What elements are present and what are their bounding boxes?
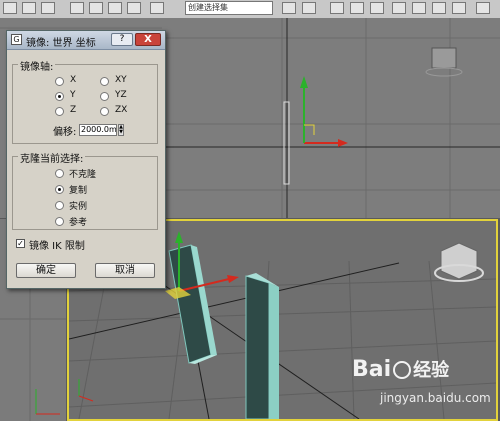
viewcube-front [431,47,457,69]
render-setup-icon[interactable] [412,2,426,14]
viewcube-perspective [440,242,478,280]
axis-zx-label: ZX [115,105,128,115]
dialog-titlebar[interactable]: G 镜像: 世界 坐标 ? X [7,31,165,50]
axis-z-radio[interactable] [55,107,64,116]
mirror-dialog: G 镜像: 世界 坐标 ? X 镜像轴: X Y Z XY YZ ZX 偏移: … [6,30,166,289]
mirror-axis-label: 镜像轴: [18,58,56,73]
offset-label: 偏移: [53,127,77,138]
clone-none-label: 不克隆 [69,170,97,180]
axis-x-radio[interactable] [55,77,64,86]
render-production-icon[interactable] [476,2,490,14]
ok-button[interactable]: 确定 [16,263,76,278]
select-icon[interactable] [3,2,17,14]
cancel-button[interactable]: 取消 [95,263,155,278]
axis-zx-radio[interactable] [100,107,109,116]
offset-input[interactable]: 2000.0mm [79,124,117,136]
rotate-icon[interactable] [41,2,55,14]
layer-manager-icon[interactable] [330,2,344,14]
render-icon[interactable] [452,2,466,14]
edit-named-selection-icon[interactable] [150,2,164,14]
offset-spinner[interactable]: ▲ ▼ [118,124,124,136]
close-button[interactable]: X [135,33,161,46]
mirror-ik-checkbox[interactable]: ✓ [16,239,25,248]
mirror-icon[interactable] [282,2,296,14]
clone-copy-radio[interactable] [55,185,64,194]
angle-snap-icon[interactable] [89,2,103,14]
app-icon: G [11,34,22,45]
baidu-watermark-url: jingyan.baidu.com [380,391,491,405]
axis-z-label: Z [70,105,77,115]
dialog-title: 镜像: 世界 坐标 [26,38,96,49]
percent-snap-icon[interactable] [108,2,122,14]
named-selection-input[interactable]: 创建选择集 [185,1,273,15]
spinner-snap-icon[interactable] [127,2,141,14]
front-viewport-scene [162,18,500,218]
schematic-view-icon[interactable] [370,2,384,14]
axis-y-label: Y [70,90,76,100]
clone-reference-radio[interactable] [55,217,64,226]
clone-label: 克隆当前选择: [18,150,86,165]
axis-yz-radio[interactable] [100,92,109,101]
clone-copy-label: 复制 [69,186,88,196]
main-toolbar: 创建选择集 [0,0,500,19]
snap-icon[interactable] [70,2,84,14]
axis-y-radio[interactable] [55,92,64,101]
axis-x-label: X [70,75,77,85]
clone-instance-radio[interactable] [55,201,64,210]
move-icon[interactable] [22,2,36,14]
mirror-ik-label: 镜像 IK 限制 [29,241,85,252]
material-editor-icon[interactable] [392,2,406,14]
clone-reference-label: 参考 [69,218,88,228]
viewport-front[interactable] [162,18,500,218]
clone-instance-label: 实例 [69,202,88,212]
clone-none-radio[interactable] [55,169,64,178]
axis-xy-label: XY [115,75,127,85]
mirror-axis-group: 镜像轴: X Y Z XY YZ ZX 偏移: 2000.0mm ▲▼ [12,58,158,144]
axis-yz-label: YZ [115,90,127,100]
curve-editor-icon[interactable] [350,2,364,14]
original-box-object [245,275,270,419]
help-button[interactable]: ? [111,33,133,46]
render-frame-icon[interactable] [432,2,446,14]
align-icon[interactable] [302,2,316,14]
axis-xy-radio[interactable] [100,77,109,86]
clone-group: 克隆当前选择: 不克隆 复制 实例 参考 [12,150,158,230]
baidu-watermark-logo: Bai 经验 [352,357,450,382]
